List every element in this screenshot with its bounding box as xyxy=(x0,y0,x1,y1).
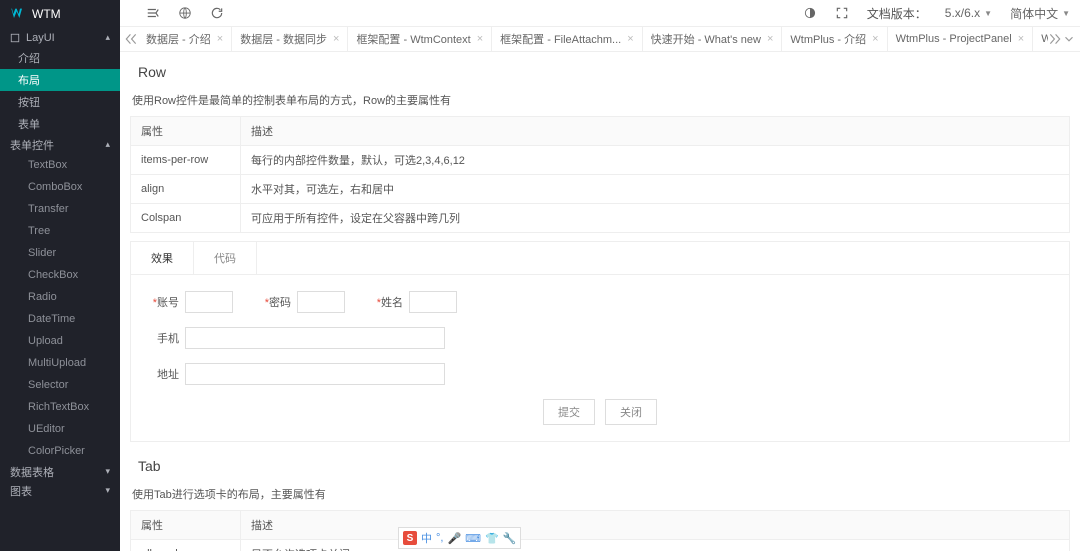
table-row: allow-close是否允许选项卡关闭 xyxy=(131,540,1070,551)
doc-tab[interactable]: 数据层 - 数据同步× xyxy=(232,27,348,52)
sidebar-subitem[interactable]: MultiUpload xyxy=(0,352,120,374)
doc-tab[interactable]: WtmPlus - ProjectPanel× xyxy=(888,27,1034,52)
close-button[interactable]: 关闭 xyxy=(605,399,657,425)
doc-tab[interactable]: WtmPlus - Model× xyxy=(1033,27,1048,52)
sidebar-subitem[interactable]: Tree xyxy=(0,220,120,242)
refresh-icon[interactable] xyxy=(210,6,224,20)
sidebar-item[interactable]: 按钮 xyxy=(0,91,120,113)
sidebar-item[interactable]: 表单 xyxy=(0,113,120,135)
chevron-up-icon: ▴ xyxy=(105,32,110,43)
ime-toolbar: S 中 °, 🎤 ⌨ 👕 🔧 xyxy=(398,527,521,549)
demo-tab-effect[interactable]: 效果 xyxy=(131,242,194,274)
table-row: Colspan可应用于所有控件，设定在父容器中跨几列 xyxy=(131,204,1070,233)
label-account: *账号 xyxy=(151,294,179,310)
label-phone: 手机 xyxy=(151,330,179,346)
chevron-up-icon: ▴ xyxy=(105,139,110,150)
sidebar-subitem[interactable]: Transfer xyxy=(0,198,120,220)
menu-collapse-icon[interactable] xyxy=(146,6,160,20)
ime-badge-icon: S xyxy=(403,531,417,545)
triangle-down-icon: ▼ xyxy=(1062,9,1070,18)
table-row: align水平对其，可选左，右和居中 xyxy=(131,175,1070,204)
demo-tab-code[interactable]: 代码 xyxy=(194,242,257,274)
sidebar-subitem[interactable]: RichTextBox xyxy=(0,396,120,418)
brand-logo: WTM xyxy=(0,0,120,27)
sidebar-subitem[interactable]: CheckBox xyxy=(0,264,120,286)
tabs-prev-icon[interactable] xyxy=(124,32,138,46)
doc-tab[interactable]: 快速开始 - What's new× xyxy=(643,27,783,52)
theme-icon[interactable] xyxy=(803,6,817,20)
ime-keyboard-icon[interactable]: ⌨ xyxy=(465,532,481,545)
label-name: *姓名 xyxy=(375,294,403,310)
submit-button[interactable]: 提交 xyxy=(543,399,595,425)
fullscreen-icon[interactable] xyxy=(835,6,849,20)
sidebar-group[interactable]: 图表▾ xyxy=(0,481,120,500)
input-password[interactable] xyxy=(297,291,345,313)
ime-mic-icon[interactable]: 🎤 xyxy=(447,532,461,545)
sidebar-group[interactable]: 数据表格▾ xyxy=(0,462,120,481)
sidebar-subitem[interactable]: Upload xyxy=(0,330,120,352)
sidebar-subitem[interactable]: Radio xyxy=(0,286,120,308)
table-row: items-per-row每行的内部控件数量，默认，可选2,3,4,6,12 xyxy=(131,146,1070,175)
triangle-down-icon: ▼ xyxy=(984,9,992,18)
tab-close-icon[interactable]: × xyxy=(872,33,878,45)
ime-punct-icon[interactable]: °, xyxy=(436,532,443,544)
tab-close-icon[interactable]: × xyxy=(1018,33,1024,45)
sidebar-item[interactable]: 介绍 xyxy=(0,47,120,69)
label-password: *密码 xyxy=(263,294,291,310)
tab-close-icon[interactable]: × xyxy=(217,33,223,45)
section-row-desc: 使用Row控件是最简单的控制表单布局的方式，Row的主要属性有 xyxy=(130,88,1070,116)
ime-tool-icon[interactable]: 🔧 xyxy=(503,532,517,545)
sidebar-subitem[interactable]: ColorPicker xyxy=(0,440,120,462)
language-selector[interactable]: 简体中文▼ xyxy=(1010,5,1070,22)
input-name[interactable] xyxy=(409,291,457,313)
label-address: 地址 xyxy=(151,366,179,382)
doc-tab[interactable]: WtmPlus - 介绍× xyxy=(782,27,887,52)
input-address[interactable] xyxy=(185,363,445,385)
doc-tab[interactable]: 框架配置 - WtmContext× xyxy=(348,27,492,52)
doc-tab[interactable]: 数据层 - 介绍× xyxy=(138,27,232,52)
layui-icon xyxy=(10,33,20,43)
sidebar-item[interactable]: 布局 xyxy=(0,69,120,91)
version-label: 文档版本： xyxy=(867,5,927,22)
sidebar-subitem[interactable]: UEditor xyxy=(0,418,120,440)
sidebar-subitem[interactable]: TextBox xyxy=(0,154,120,176)
section-tab-desc: 使用Tab进行选项卡的布局，主要属性有 xyxy=(130,482,1070,510)
sidebar-subitem[interactable]: Selector xyxy=(0,374,120,396)
sidebar-group-form-controls[interactable]: 表单控件 ▴ xyxy=(0,135,120,154)
globe-icon[interactable] xyxy=(178,6,192,20)
section-tab-title: Tab xyxy=(130,446,1070,482)
tabs-dropdown-icon[interactable] xyxy=(1062,32,1076,46)
section-row-title: Row xyxy=(130,52,1070,88)
input-account[interactable] xyxy=(185,291,233,313)
row-props-table: 属性描述 items-per-row每行的内部控件数量，默认，可选2,3,4,6… xyxy=(130,116,1070,233)
sidebar-group-layui[interactable]: LayUI ▴ xyxy=(0,28,120,47)
input-phone[interactable] xyxy=(185,327,445,349)
version-selector[interactable]: 5.x/6.x▼ xyxy=(945,6,992,20)
tab-close-icon[interactable]: × xyxy=(477,33,483,45)
ime-settings-icon[interactable]: 👕 xyxy=(485,532,499,545)
sidebar-subitem[interactable]: Slider xyxy=(0,242,120,264)
wtm-icon xyxy=(10,6,26,22)
brand-text: WTM xyxy=(32,7,61,21)
tab-props-table: 属性描述 allow-close是否允许选项卡关闭selected-index默… xyxy=(130,510,1070,551)
doc-tab[interactable]: 框架配置 - FileAttachm...× xyxy=(492,27,642,52)
tab-close-icon[interactable]: × xyxy=(767,33,773,45)
sidebar-subitem[interactable]: DateTime xyxy=(0,308,120,330)
sidebar-subitem[interactable]: ComboBox xyxy=(0,176,120,198)
tabs-next-icon[interactable] xyxy=(1048,32,1062,46)
tab-close-icon[interactable]: × xyxy=(333,33,339,45)
tab-close-icon[interactable]: × xyxy=(627,33,633,45)
